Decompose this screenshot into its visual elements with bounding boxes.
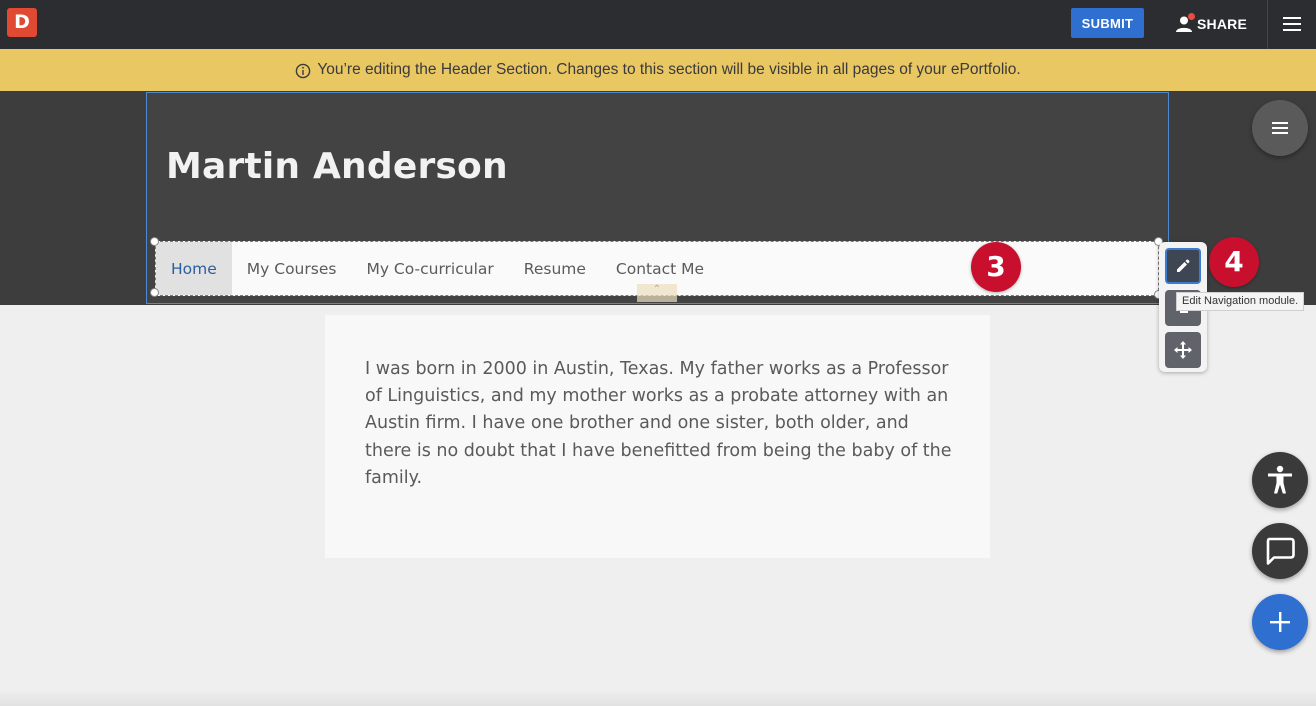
nav-item-home[interactable]: Home bbox=[156, 242, 232, 295]
submit-button[interactable]: SUBMIT bbox=[1071, 8, 1144, 38]
share-button[interactable]: SHARE bbox=[1175, 12, 1247, 36]
accessibility-button[interactable] bbox=[1252, 452, 1308, 508]
add-content-button[interactable] bbox=[1252, 594, 1308, 650]
hamburger-icon[interactable] bbox=[1283, 16, 1301, 32]
step-badge-4: 4 bbox=[1209, 237, 1259, 287]
app-logo[interactable]: D bbox=[7, 8, 37, 37]
edit-module-button[interactable] bbox=[1165, 248, 1201, 284]
hamburger-icon bbox=[1272, 122, 1288, 134]
info-icon bbox=[295, 63, 311, 79]
bio-paragraph: I was born in 2000 in Austin, Texas. My … bbox=[365, 359, 952, 488]
edit-tooltip: Edit Navigation module. bbox=[1176, 292, 1305, 311]
resize-drag-tab[interactable]: ⌃ bbox=[637, 284, 677, 302]
notification-dot bbox=[1188, 13, 1195, 20]
page-bottom-edge bbox=[0, 690, 1316, 706]
share-label: SHARE bbox=[1197, 16, 1248, 32]
plus-icon bbox=[1270, 612, 1290, 632]
move-module-button[interactable] bbox=[1165, 332, 1201, 368]
editing-notice-banner: You’re editing the Header Section. Chang… bbox=[0, 49, 1316, 91]
top-bar: D SUBMIT SHARE bbox=[0, 0, 1316, 49]
content-text-module[interactable]: I was born in 2000 in Austin, Texas. My … bbox=[325, 315, 990, 558]
step-badge-3: 3 bbox=[971, 242, 1021, 292]
resize-handle-bottom-left[interactable] bbox=[150, 288, 159, 297]
chat-button[interactable] bbox=[1252, 523, 1308, 579]
resize-handle-top-left[interactable] bbox=[150, 237, 159, 246]
pencil-icon bbox=[1177, 259, 1190, 272]
page-title[interactable]: Martin Anderson bbox=[166, 146, 508, 187]
nav-item-my-courses[interactable]: My Courses bbox=[232, 242, 352, 295]
notice-text: You’re editing the Header Section. Chang… bbox=[317, 61, 1021, 78]
section-menu-button[interactable] bbox=[1252, 100, 1308, 156]
move-arrows-icon bbox=[1174, 341, 1192, 359]
divider bbox=[1267, 0, 1268, 49]
nav-item-resume[interactable]: Resume bbox=[509, 242, 601, 295]
person-icon bbox=[1175, 13, 1195, 33]
nav-item-my-co-curricular[interactable]: My Co-curricular bbox=[351, 242, 508, 295]
chat-icon bbox=[1266, 537, 1295, 565]
accessibility-icon bbox=[1268, 465, 1292, 494]
